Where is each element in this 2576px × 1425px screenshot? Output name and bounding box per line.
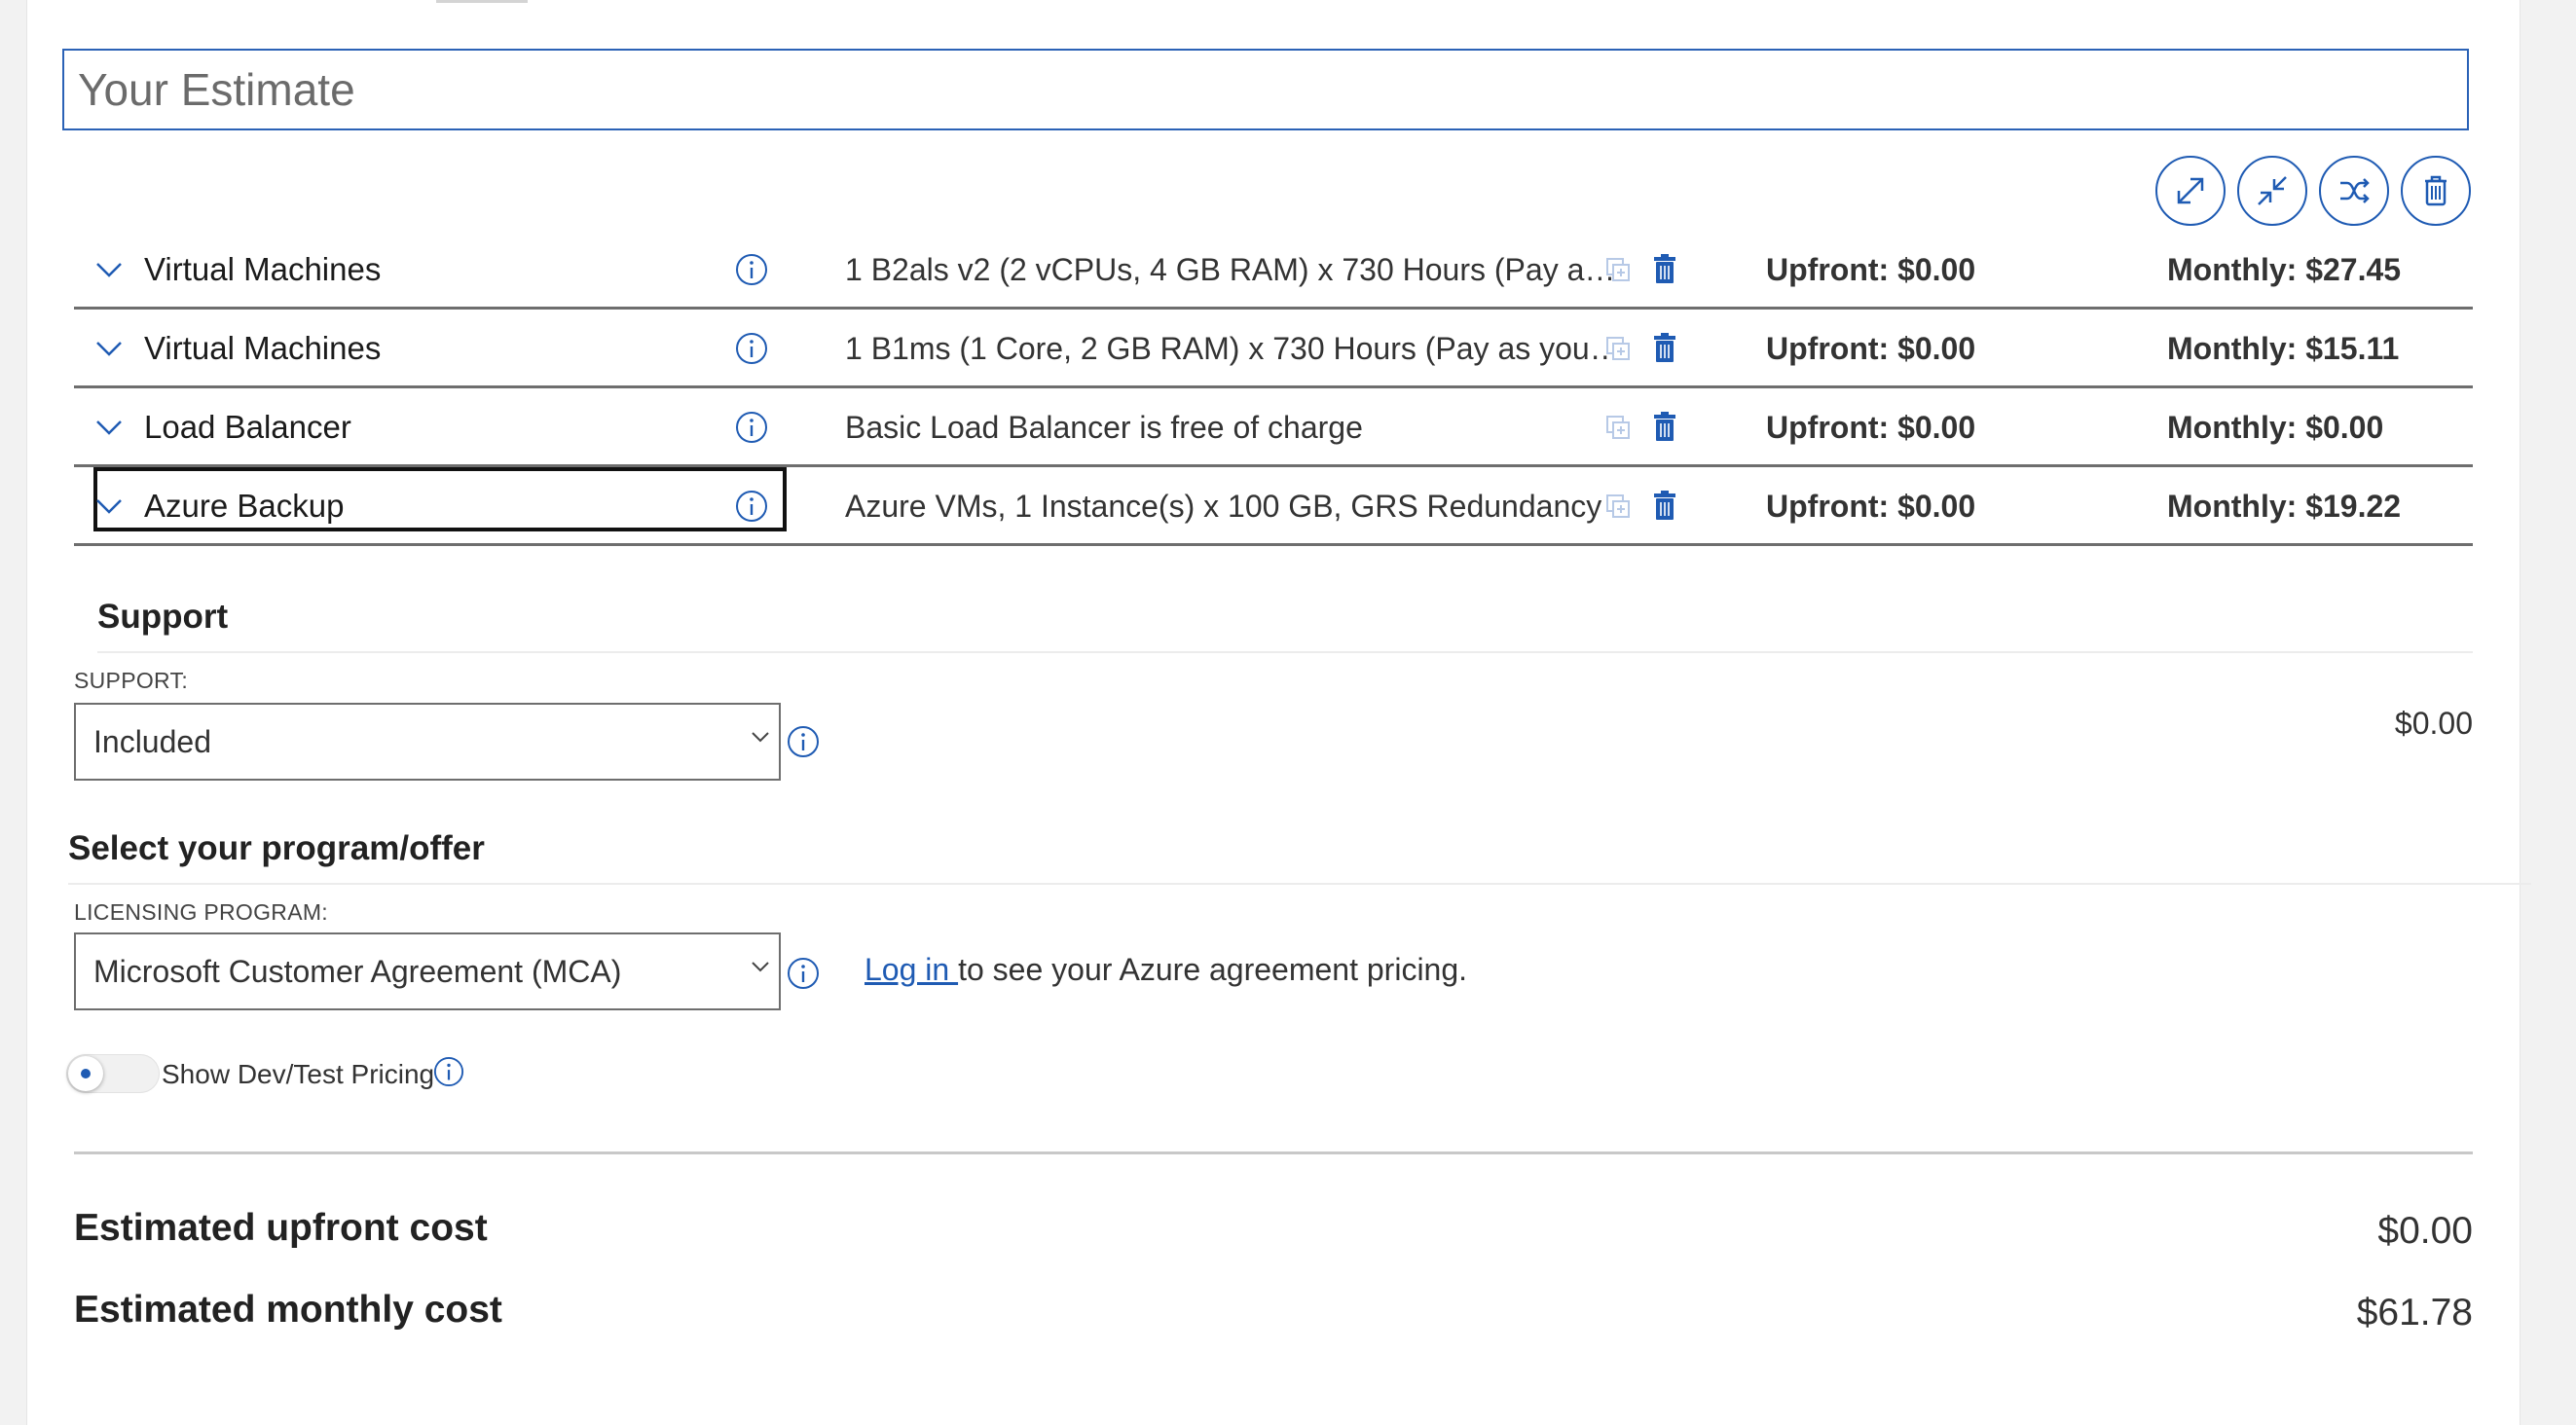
expand-all-button[interactable] bbox=[2155, 156, 2226, 226]
upfront-cost: Upfront: $0.00 bbox=[1766, 330, 1976, 366]
support-section-title: Support bbox=[97, 598, 229, 636]
chevron-down-icon[interactable] bbox=[93, 389, 125, 465]
chevron-down-icon[interactable] bbox=[93, 468, 125, 544]
service-name[interactable]: Virtual Machines bbox=[144, 232, 381, 308]
info-icon[interactable] bbox=[732, 389, 771, 465]
top-tab-indicator bbox=[436, 0, 528, 3]
monthly-cost: Monthly: $27.45 bbox=[2167, 251, 2402, 287]
service-name[interactable]: Virtual Machines bbox=[144, 311, 381, 386]
clone-icon[interactable] bbox=[1599, 389, 1638, 465]
support-select[interactable]: Included bbox=[74, 703, 781, 781]
service-name[interactable]: Load Balancer bbox=[144, 389, 351, 465]
info-icon[interactable] bbox=[732, 468, 771, 544]
licensing-program-select[interactable]: Microsoft Customer Agreement (MCA) bbox=[74, 932, 781, 1010]
shuffle-button[interactable] bbox=[2319, 156, 2389, 226]
upfront-cost: Upfront: $0.00 bbox=[1766, 251, 1976, 287]
collapse-all-button[interactable] bbox=[2237, 156, 2307, 226]
program-section-title: Select your program/offer bbox=[68, 829, 485, 867]
chevron-down-icon[interactable] bbox=[93, 311, 125, 386]
service-row-azure-backup: Azure Backup Azure VMs, 1 Instance(s) x … bbox=[74, 467, 2473, 546]
info-icon[interactable] bbox=[732, 311, 771, 386]
clone-icon[interactable] bbox=[1599, 232, 1638, 308]
info-icon[interactable] bbox=[732, 232, 771, 308]
upfront-cost: Upfront: $0.00 bbox=[1766, 409, 1976, 445]
service-row-virtual-machines-2: Virtual Machines 1 B1ms (1 Core, 2 GB RA… bbox=[74, 311, 2473, 388]
devtest-toggle[interactable] bbox=[66, 1054, 160, 1093]
login-prompt: Log in to see your Azure agreement prici… bbox=[865, 952, 1467, 988]
shuffle-icon bbox=[2340, 178, 2370, 203]
service-row-load-balancer: Load Balancer Basic Load Balancer is fre… bbox=[74, 389, 2473, 467]
service-description: Azure VMs, 1 Instance(s) x 100 GB, GRS R… bbox=[845, 488, 1602, 524]
estimated-upfront-label: Estimated upfront cost bbox=[74, 1207, 488, 1249]
expand-arrows-icon bbox=[2177, 177, 2204, 204]
estimate-name-input[interactable] bbox=[62, 49, 2469, 130]
monthly-cost: Monthly: $0.00 bbox=[2167, 409, 2384, 445]
trash-icon[interactable] bbox=[1645, 311, 1684, 386]
divider bbox=[68, 883, 2531, 885]
divider bbox=[97, 651, 2473, 653]
service-row-virtual-machines-1: Virtual Machines 1 B2als v2 (2 vCPUs, 4 … bbox=[74, 232, 2473, 310]
estimated-monthly-label: Estimated monthly cost bbox=[74, 1289, 502, 1331]
divider bbox=[74, 1151, 2473, 1154]
support-price: $0.00 bbox=[2394, 706, 2473, 741]
monthly-cost: Monthly: $15.11 bbox=[2167, 330, 2400, 366]
info-icon[interactable] bbox=[784, 954, 823, 993]
login-prompt-text: to see your Azure agreement pricing. bbox=[958, 952, 1468, 987]
support-select-value: Included bbox=[93, 723, 211, 759]
trash-icon[interactable] bbox=[1645, 232, 1684, 308]
delete-all-button[interactable] bbox=[2401, 156, 2471, 226]
licensing-program-value: Microsoft Customer Agreement (MCA) bbox=[93, 953, 622, 989]
licensing-program-label: LICENSING PROGRAM: bbox=[74, 899, 328, 925]
estimated-monthly-value: $61.78 bbox=[2356, 1292, 2473, 1334]
login-link[interactable]: Log in bbox=[865, 952, 958, 987]
service-name[interactable]: Azure Backup bbox=[144, 468, 344, 544]
estimated-upfront-value: $0.00 bbox=[2377, 1210, 2473, 1252]
trash-icon[interactable] bbox=[1645, 389, 1684, 465]
estimate-panel: Virtual Machines 1 B2als v2 (2 vCPUs, 4 … bbox=[26, 0, 2531, 1425]
info-icon[interactable] bbox=[432, 1055, 465, 1088]
support-label: SUPPORT: bbox=[74, 668, 189, 693]
trash-icon bbox=[2425, 175, 2447, 206]
service-description: Basic Load Balancer is free of charge bbox=[845, 409, 1363, 445]
service-description: 1 B1ms (1 Core, 2 GB RAM) x 730 Hours (P… bbox=[845, 330, 1624, 366]
monthly-cost: Monthly: $19.22 bbox=[2167, 488, 2402, 524]
devtest-label: Show Dev/Test Pricing bbox=[162, 1059, 435, 1089]
clone-icon[interactable] bbox=[1599, 311, 1638, 386]
service-description: 1 B2als v2 (2 vCPUs, 4 GB RAM) x 730 Hou… bbox=[845, 251, 1624, 287]
upfront-cost: Upfront: $0.00 bbox=[1766, 488, 1976, 524]
clone-icon[interactable] bbox=[1599, 468, 1638, 544]
chevron-down-icon[interactable] bbox=[93, 232, 125, 308]
chevron-down-icon bbox=[752, 732, 769, 743]
chevron-down-icon bbox=[752, 962, 769, 972]
trash-icon[interactable] bbox=[1645, 468, 1684, 544]
collapse-arrows-icon bbox=[2258, 176, 2287, 205]
info-icon[interactable] bbox=[784, 722, 823, 761]
